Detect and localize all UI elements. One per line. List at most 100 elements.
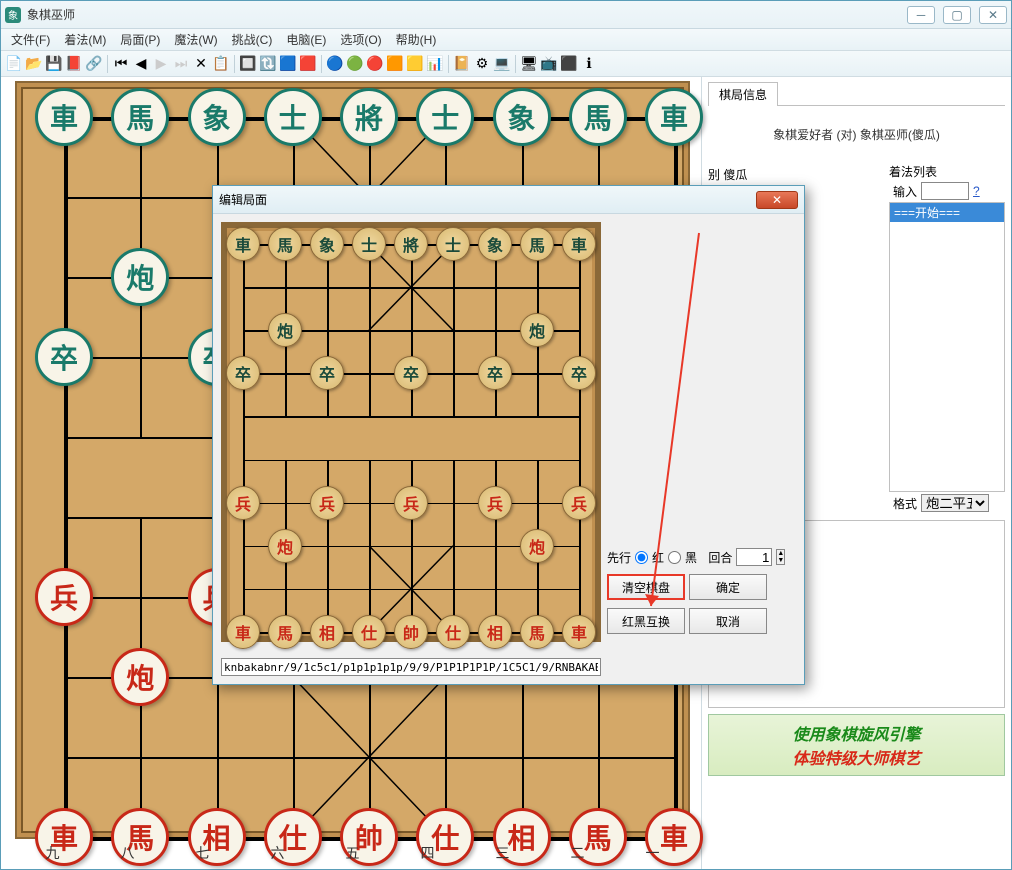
piece-馬[interactable]: 馬 [111,88,169,146]
menu-magic[interactable]: 魔法(W) [168,29,223,50]
dlg-piece-馬[interactable]: 馬 [268,615,302,649]
move-start[interactable]: ===开始=== [890,203,1004,222]
dlg-piece-象[interactable]: 象 [310,227,344,261]
notebook-icon[interactable]: 📔 [453,55,471,73]
grid2-icon[interactable]: 🟥 [299,55,317,73]
piece-馬[interactable]: 馬 [569,88,627,146]
piece-士[interactable]: 士 [416,88,474,146]
format-select[interactable]: 炮二平五 [921,494,989,512]
dlg-piece-車[interactable]: 車 [226,615,260,649]
dlg-piece-仕[interactable]: 仕 [352,615,386,649]
move-input[interactable] [921,182,969,200]
analyze-icon[interactable]: 🔵 [326,55,344,73]
swap-colors-button[interactable]: 红黑互换 [607,608,685,634]
piece-車[interactable]: 車 [35,88,93,146]
minimize-button[interactable]: ─ [907,6,935,24]
dlg-piece-帥[interactable]: 帥 [394,615,428,649]
tool2-icon[interactable]: 📺 [540,55,558,73]
menu-computer[interactable]: 电脑(E) [280,29,332,50]
dialog-board[interactable]: 車車馬馬象象士士將炮炮卒卒卒卒卒兵兵兵兵兵炮炮車車馬馬相相仕仕帥 [221,222,601,642]
cancel-button[interactable]: 取消 [689,608,767,634]
dlg-piece-車[interactable]: 車 [562,615,596,649]
open-icon[interactable]: 📂 [25,55,43,73]
play-icon[interactable]: 🟢 [346,55,364,73]
hint-icon[interactable]: 🔴 [366,55,384,73]
dlg-piece-兵[interactable]: 兵 [478,486,512,520]
first-icon[interactable]: ⏮ [112,55,130,73]
dlg-piece-兵[interactable]: 兵 [226,486,260,520]
gear-icon[interactable]: ⚙ [473,55,491,73]
share-icon[interactable]: 🟨 [406,55,424,73]
tool1-icon[interactable]: 🖥 [520,55,538,73]
book-icon[interactable]: 📕 [65,55,83,73]
move-list[interactable]: ===开始=== [889,202,1005,492]
grid-icon[interactable]: 🟦 [279,55,297,73]
dlg-piece-將[interactable]: 將 [394,227,428,261]
menu-moves[interactable]: 着法(M) [58,29,112,50]
tool3-icon[interactable]: ⬛ [560,55,578,73]
piece-車[interactable]: 車 [645,88,703,146]
dlg-piece-馬[interactable]: 馬 [268,227,302,261]
piece-象[interactable]: 象 [493,88,551,146]
dlg-piece-炮[interactable]: 炮 [268,313,302,347]
weibo-icon[interactable]: 🟧 [386,55,404,73]
dlg-piece-兵[interactable]: 兵 [394,486,428,520]
edit-icon[interactable]: 🔲 [239,55,257,73]
dialog-close-button[interactable]: ✕ [756,191,798,209]
about-icon[interactable]: ℹ [580,55,598,73]
piece-士[interactable]: 士 [264,88,322,146]
dlg-piece-士[interactable]: 士 [436,227,470,261]
close-button[interactable]: ✕ [979,6,1007,24]
tab-game-info[interactable]: 棋局信息 [708,82,778,106]
pc-icon[interactable]: 💻 [493,55,511,73]
next-icon[interactable]: ▶ [152,55,170,73]
dialog-title: 编辑局面 [219,191,756,208]
fen-input[interactable] [221,658,601,676]
dlg-piece-馬[interactable]: 馬 [520,227,554,261]
prev-icon[interactable]: ◀ [132,55,150,73]
dlg-piece-兵[interactable]: 兵 [562,486,596,520]
dlg-piece-炮[interactable]: 炮 [520,313,554,347]
piece-將[interactable]: 將 [340,88,398,146]
dlg-piece-相[interactable]: 相 [310,615,344,649]
menu-position[interactable]: 局面(P) [114,29,166,50]
menu-file[interactable]: 文件(F) [5,29,56,50]
help-link[interactable]: ? [973,184,980,198]
dlg-piece-士[interactable]: 士 [352,227,386,261]
dlg-piece-馬[interactable]: 馬 [520,615,554,649]
round-input[interactable] [736,548,772,566]
connect-icon[interactable]: 🔗 [85,55,103,73]
ok-button[interactable]: 确定 [689,574,767,600]
round-up[interactable]: ▲ [777,550,784,557]
menu-help[interactable]: 帮助(H) [390,29,443,50]
clear-board-button[interactable]: 清空棋盘 [607,574,685,600]
maximize-button[interactable]: ▢ [943,6,971,24]
menu-challenge[interactable]: 挑战(C) [226,29,279,50]
piece-兵[interactable]: 兵 [35,568,93,626]
dlg-piece-象[interactable]: 象 [478,227,512,261]
radio-black[interactable] [668,551,681,564]
flip-icon[interactable]: 🔃 [259,55,277,73]
dlg-piece-炮[interactable]: 炮 [520,529,554,563]
new-icon[interactable]: 📄 [5,55,23,73]
dlg-piece-車[interactable]: 車 [226,227,260,261]
dlg-piece-兵[interactable]: 兵 [310,486,344,520]
round-down[interactable]: ▼ [777,557,784,564]
piece-炮[interactable]: 炮 [111,248,169,306]
piece-象[interactable]: 象 [188,88,246,146]
db-icon[interactable]: 📊 [426,55,444,73]
dlg-piece-炮[interactable]: 炮 [268,529,302,563]
banner[interactable]: 使用象棋旋风引擎 体验特级大师棋艺 [708,714,1005,776]
menu-options[interactable]: 选项(O) [334,29,387,50]
piece-炮[interactable]: 炮 [111,648,169,706]
dlg-piece-仕[interactable]: 仕 [436,615,470,649]
piece-卒[interactable]: 卒 [35,328,93,386]
paste-icon[interactable]: 📋 [212,55,230,73]
dlg-piece-相[interactable]: 相 [478,615,512,649]
last-icon[interactable]: ⏭ [172,55,190,73]
radio-red[interactable] [635,551,648,564]
dlg-piece-卒[interactable]: 卒 [562,356,596,390]
save-icon[interactable]: 💾 [45,55,63,73]
dlg-piece-車[interactable]: 車 [562,227,596,261]
delete-icon[interactable]: ✕ [192,55,210,73]
